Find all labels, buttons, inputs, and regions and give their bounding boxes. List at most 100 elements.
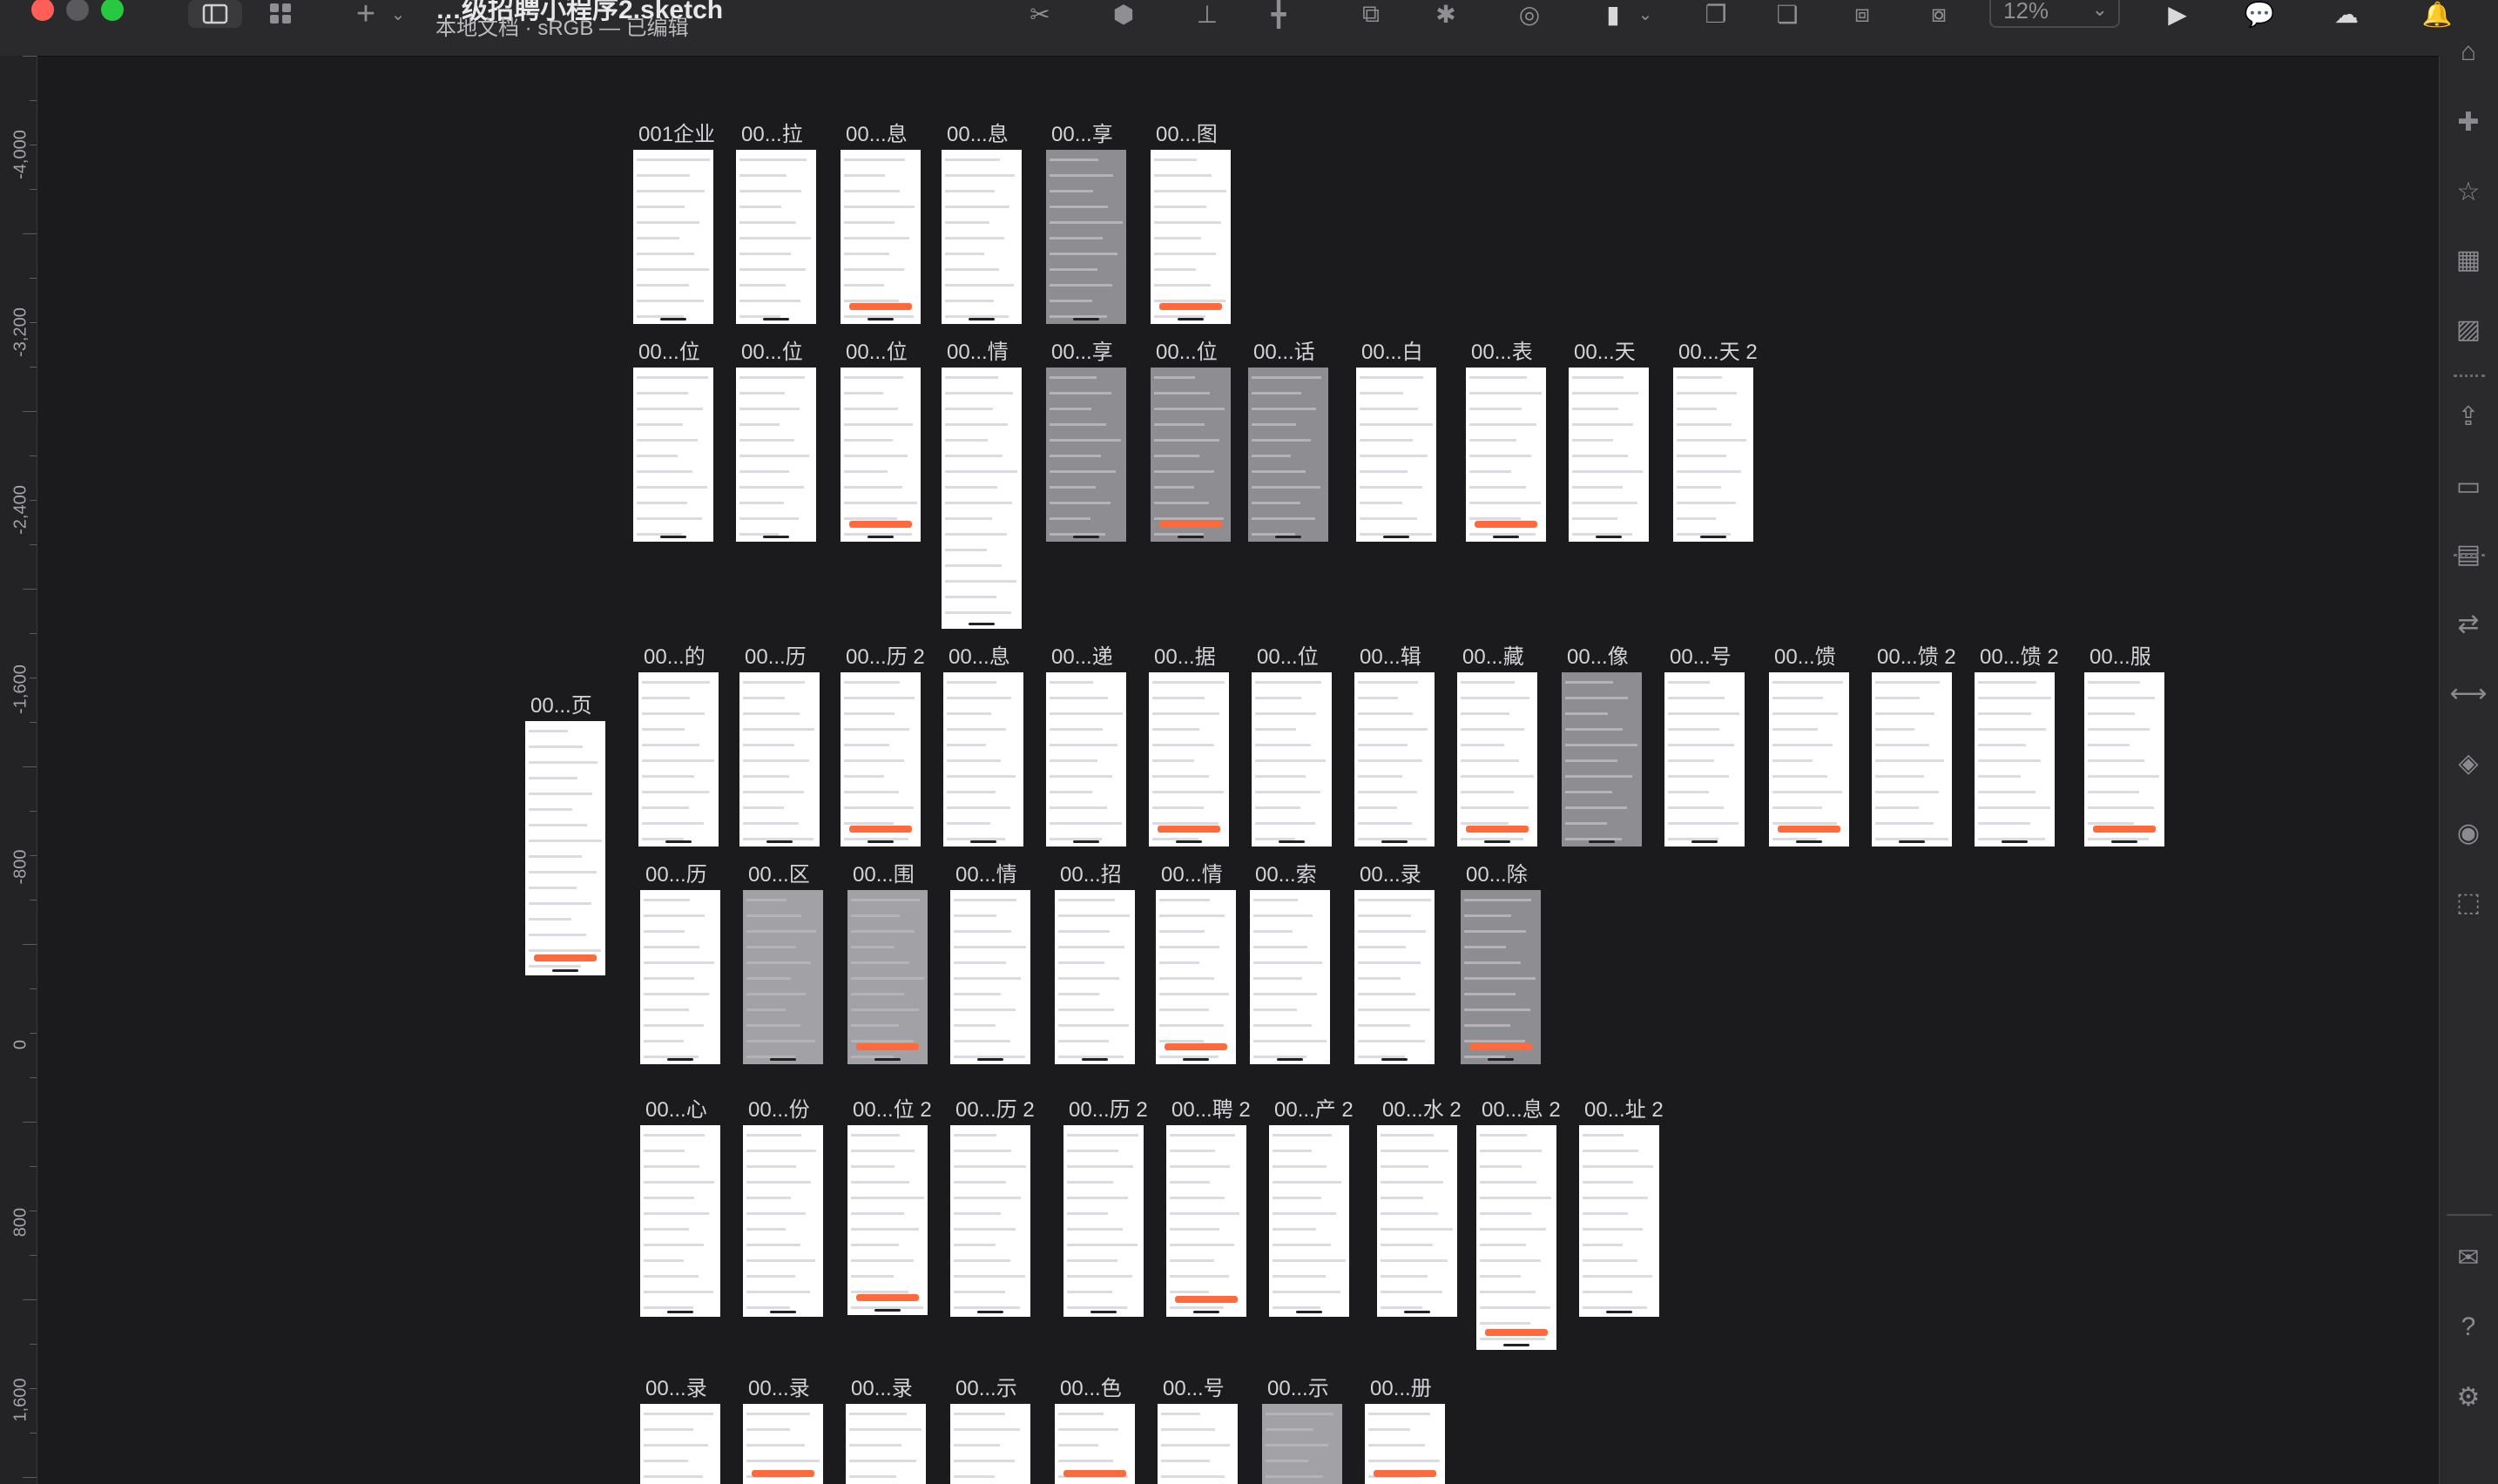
artboard-title[interactable]: 001企业 — [638, 117, 715, 147]
transfer-icon[interactable]: ⇄ — [2452, 607, 2485, 640]
resize-horizontal-icon[interactable]: ⟷ — [2450, 677, 2488, 710]
play-icon[interactable]: ▶ — [2160, 0, 2195, 28]
boolean-icon[interactable]: ✱ — [1428, 0, 1463, 28]
insert-icon[interactable]: + — [348, 0, 383, 32]
artboard-title[interactable]: 00...息 — [949, 639, 1010, 670]
artboard[interactable]: 00...产 2 — [1269, 1098, 1354, 1317]
artboard-title[interactable]: 00...册 — [1370, 1371, 1432, 1401]
artboard-title[interactable]: 00...围 — [853, 857, 915, 887]
artboard[interactable]: 00...据 — [1149, 645, 1229, 847]
mask-icon[interactable]: ⬢ — [1106, 0, 1141, 28]
layers-icon[interactable]: ◈ — [2452, 746, 2485, 779]
minimize-window-button[interactable] — [66, 0, 89, 21]
artboard-title[interactable]: 00...的 — [644, 639, 706, 670]
artboard[interactable]: 00...色 — [1055, 1377, 1135, 1484]
artboard-title[interactable]: 00...享 — [1051, 334, 1113, 365]
artboard-title[interactable]: 00...享 — [1051, 117, 1113, 147]
artboard-title[interactable]: 00...白 — [1361, 334, 1423, 365]
artboard-title[interactable]: 00...情 — [955, 857, 1017, 887]
artboard-title[interactable]: 00...息 — [947, 117, 1009, 147]
artboard[interactable]: 00...天 2 — [1673, 341, 1758, 542]
artboard-title[interactable]: 00...招 — [1060, 857, 1122, 887]
artboard[interactable]: 00...册 — [1365, 1377, 1445, 1484]
component-grid-icon[interactable] — [261, 0, 300, 28]
artboard[interactable]: 00...位 — [633, 341, 713, 542]
settings-icon[interactable]: ⚙ — [2452, 1380, 2485, 1413]
artboard[interactable]: 00...白 — [1356, 341, 1436, 542]
artboard-title[interactable]: 00...示 — [1267, 1371, 1329, 1401]
artboard-title[interactable]: 00...情 — [1161, 857, 1223, 887]
artboard[interactable]: 00...水 2 — [1377, 1098, 1462, 1317]
zoom-window-button[interactable] — [101, 0, 124, 21]
mail-icon[interactable]: ✉ — [2452, 1241, 2485, 1274]
vertical-ruler[interactable]: -4,000 -3,200 -2,400 -1,600 -800 0 800 1,600 — [0, 56, 37, 1484]
artboard[interactable]: 00...号 — [1664, 645, 1745, 847]
resize-icon[interactable]: ⧉ — [1354, 0, 1388, 28]
artboard[interactable]: 00...情 — [942, 341, 1022, 629]
artboard-title[interactable]: 00...拉 — [741, 117, 803, 147]
export-icon[interactable]: ⇪ — [2452, 400, 2485, 433]
image-icon[interactable]: ▨ — [2452, 313, 2485, 346]
zoom-select[interactable]: 12% ⌄ — [1989, 0, 2120, 28]
difference-icon[interactable]: ⧇ — [1921, 0, 1956, 28]
artboard-title[interactable]: 00...心 — [645, 1092, 707, 1123]
artboard[interactable]: 00...址 2 — [1579, 1098, 1664, 1317]
artboard-title[interactable]: 00...位 2 — [853, 1092, 932, 1123]
artboard-title[interactable]: 00...号 — [1670, 639, 1732, 670]
artboard-title[interactable]: 00...馈 2 — [1877, 639, 1956, 670]
artboard[interactable]: 00...位 2 — [847, 1098, 932, 1315]
artboard[interactable]: 00...位 — [1252, 645, 1332, 847]
artboard[interactable]: 00...馈 2 — [1872, 645, 1956, 847]
artboard[interactable]: 00...享 — [1046, 341, 1126, 542]
artboard[interactable]: 00...情 — [1156, 863, 1236, 1064]
artboard[interactable]: 00...息 — [841, 123, 921, 324]
artboard-title[interactable]: 00...录 — [645, 1371, 707, 1401]
artboard[interactable]: 00...像 — [1562, 645, 1642, 847]
artboard-title[interactable]: 00...辑 — [1360, 639, 1421, 670]
align-icon[interactable]: ⊥ — [1190, 0, 1225, 28]
artboard-title[interactable]: 00...像 — [1567, 639, 1629, 670]
artboard-title[interactable]: 00...表 — [1471, 334, 1533, 365]
artboard-title[interactable]: 00...录 — [851, 1371, 913, 1401]
artboard[interactable]: 00...位 — [841, 341, 921, 542]
grid-icon[interactable]: ▦ — [2452, 243, 2485, 276]
artboard[interactable]: 00...心 — [640, 1098, 720, 1317]
subtract-icon[interactable]: ❏ — [1770, 0, 1805, 28]
artboard[interactable]: 00...历 2 — [841, 645, 925, 847]
puzzle-icon[interactable]: ✚ — [2452, 105, 2485, 138]
artboard-title[interactable]: 00...产 2 — [1274, 1092, 1354, 1123]
artboard-title[interactable]: 00...馈 — [1774, 639, 1836, 670]
artboard[interactable]: 00...聘 2 — [1166, 1098, 1251, 1317]
chevron-down-icon[interactable]: ⌄ — [1632, 0, 1658, 28]
artboard-title[interactable]: 00...区 — [748, 857, 810, 887]
artboard-title[interactable]: 00...位 — [741, 334, 803, 365]
artboard[interactable]: 00...份 — [743, 1098, 823, 1317]
sidebar-toggle-icon[interactable] — [188, 0, 242, 28]
artboard[interactable]: 00...区 — [743, 863, 823, 1064]
star-frame-icon[interactable]: ☆ — [2452, 175, 2485, 208]
artboard[interactable]: 00...录 — [846, 1377, 926, 1484]
artboard-title[interactable]: 00...息 2 — [1482, 1092, 1561, 1123]
close-window-button[interactable] — [31, 0, 54, 21]
artboard-title[interactable]: 00...图 — [1156, 117, 1218, 147]
artboard-title[interactable]: 00...位 — [1156, 334, 1218, 365]
artboard[interactable]: 00...示 — [1262, 1377, 1342, 1484]
help-icon[interactable]: ? — [2452, 1311, 2485, 1344]
artboard[interactable]: 00...话 — [1248, 341, 1328, 542]
artboard[interactable]: 00...录 — [743, 1377, 823, 1484]
artboard[interactable]: 00...历 2 — [950, 1098, 1035, 1317]
artboard-title[interactable]: 00...除 — [1466, 857, 1528, 887]
artboard[interactable]: 00...情 — [950, 863, 1030, 1064]
artboard-title[interactable]: 00...录 — [1360, 857, 1421, 887]
artboard-title[interactable]: 00...录 — [748, 1371, 810, 1401]
artboard-title[interactable]: 00...示 — [955, 1371, 1017, 1401]
artboard[interactable]: 00...的 — [638, 645, 719, 847]
artboard[interactable]: 00...天 — [1569, 341, 1649, 542]
artboard[interactable]: 00...围 — [847, 863, 928, 1064]
artboard[interactable]: 00...页 — [525, 694, 605, 975]
artboard[interactable]: 00...示 — [950, 1377, 1030, 1484]
artboard-title[interactable]: 00...页 — [530, 688, 592, 718]
artboard[interactable]: 00...图 — [1151, 123, 1231, 324]
artboard[interactable]: 00...历 — [739, 645, 820, 847]
artboard[interactable]: 00...位 — [1151, 341, 1231, 542]
